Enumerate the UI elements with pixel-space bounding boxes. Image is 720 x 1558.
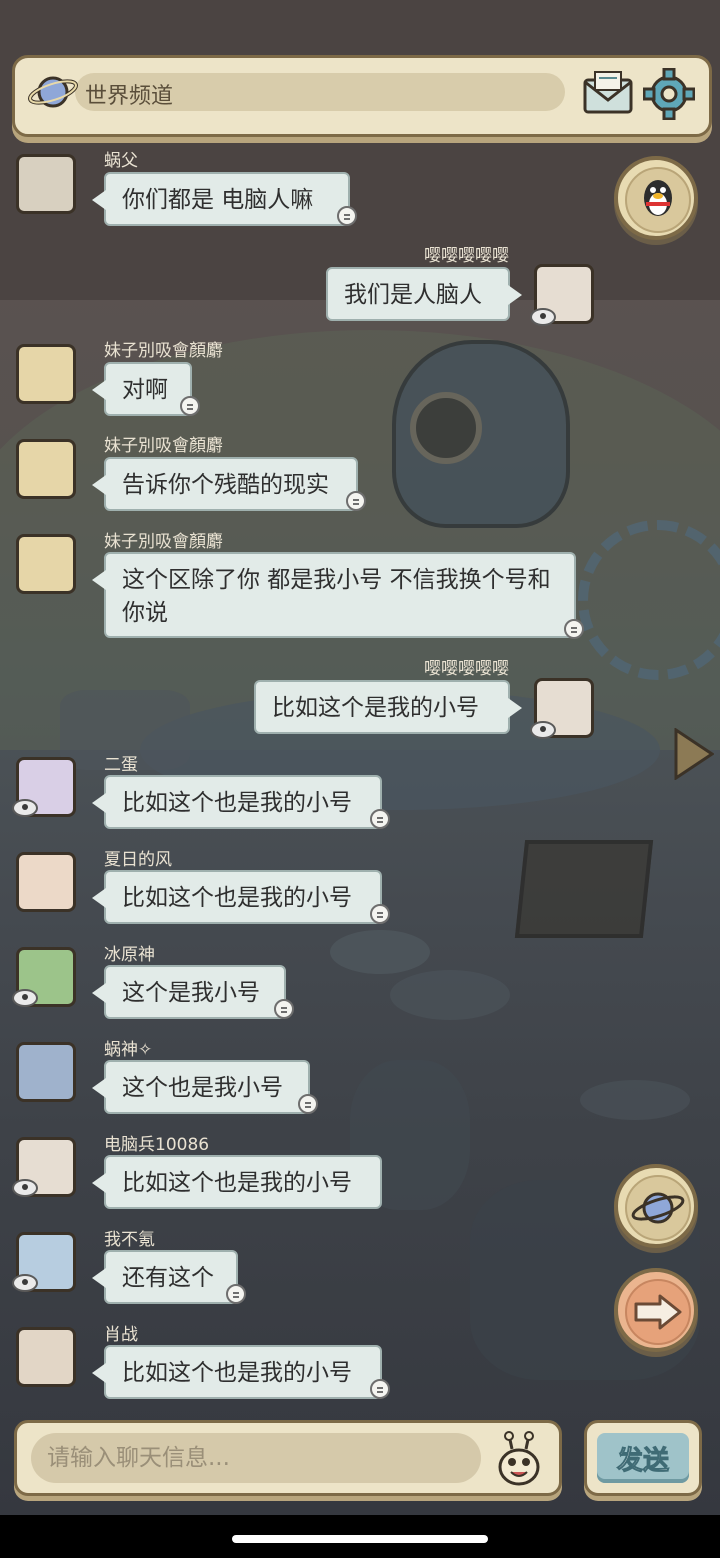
- home-indicator[interactable]: [232, 1535, 488, 1543]
- avatar[interactable]: [16, 1327, 76, 1387]
- chat-input[interactable]: [31, 1433, 481, 1483]
- chat-bubble: 对啊: [92, 362, 192, 416]
- arrow-right-icon: [634, 1294, 682, 1330]
- chat-bubble: 这个区除了你 都是我小号 不信我换个号和你说: [92, 552, 576, 638]
- avatar[interactable]: [16, 439, 76, 499]
- avatar[interactable]: [16, 1042, 76, 1102]
- message-sender: 我不氪: [104, 1230, 155, 1250]
- chat-icon: [180, 396, 200, 416]
- chat-icon: [564, 619, 584, 639]
- chat-bubble: 告诉你个残酷的现实: [92, 457, 358, 511]
- message-sender: 妹子別吸會顏麝: [104, 341, 223, 361]
- chat-icon: [226, 1284, 246, 1304]
- chat-bubble: 我们是人脑人: [326, 267, 522, 321]
- planet-button[interactable]: [614, 1164, 698, 1248]
- chat-bubble: 比如这个也是我的小号: [92, 870, 382, 924]
- eye-icon: [12, 1179, 38, 1197]
- eye-icon: [530, 308, 556, 326]
- message-sender: 蜗神✧: [104, 1040, 153, 1060]
- chat-input-panel: [14, 1420, 562, 1496]
- planet-icon: [28, 76, 78, 108]
- avatar[interactable]: [16, 154, 76, 214]
- chat-icon: [298, 1094, 318, 1114]
- chat-bubble: 比如这个是我的小号: [254, 680, 522, 734]
- message-sender: 嘤嘤嘤嘤嘤: [424, 659, 509, 679]
- emoji-snail-icon[interactable]: [495, 1431, 543, 1487]
- chat-bubble: 还有这个: [92, 1250, 238, 1304]
- message-sender: 冰原神: [104, 945, 155, 965]
- chat-icon: [274, 999, 294, 1019]
- eye-icon: [530, 721, 556, 739]
- chat-bubble: 比如这个也是我的小号: [92, 1155, 382, 1209]
- message-sender: 肖战: [104, 1325, 138, 1345]
- chat-icon: [370, 1379, 390, 1399]
- send-button[interactable]: 发送: [597, 1433, 689, 1483]
- chat-icon: [370, 809, 390, 829]
- gear-icon[interactable]: [643, 68, 695, 120]
- qq-button[interactable]: [614, 156, 698, 240]
- play-arrow-icon[interactable]: [672, 728, 714, 780]
- avatar[interactable]: [16, 534, 76, 594]
- message-sender: 二蛋: [104, 755, 138, 775]
- world-channel-header: 世界频道: [12, 55, 712, 137]
- qq-penguin-icon: [644, 180, 672, 216]
- mine-cart-icon: [514, 840, 654, 938]
- eye-icon: [12, 799, 38, 817]
- chat-icon: [346, 491, 366, 511]
- eye-icon: [12, 1274, 38, 1292]
- chat-bubble: 你们都是 电脑人嘛: [92, 172, 350, 226]
- message-sender: 嘤嘤嘤嘤嘤: [424, 246, 509, 266]
- message-sender: 夏日的风: [104, 850, 172, 870]
- eye-icon: [12, 989, 38, 1007]
- planet-icon: [631, 1192, 685, 1224]
- send-panel: 发送: [584, 1420, 702, 1496]
- next-button[interactable]: [614, 1268, 698, 1352]
- chat-bubble: 这个也是我小号: [92, 1060, 310, 1114]
- chat-bubble: 这个是我小号: [92, 965, 286, 1019]
- message-sender: 妹子別吸會顏麝: [104, 532, 223, 552]
- avatar[interactable]: [16, 344, 76, 404]
- chat-bubble: 比如这个也是我的小号: [92, 775, 382, 829]
- message-sender: 蜗父: [104, 151, 138, 171]
- message-sender: 妹子別吸會顏麝: [104, 436, 223, 456]
- chat-bubble: 比如这个也是我的小号: [92, 1345, 382, 1399]
- chat-icon: [337, 206, 357, 226]
- avatar[interactable]: [16, 852, 76, 912]
- mail-icon[interactable]: [581, 68, 635, 118]
- channel-title: 世界频道: [85, 84, 174, 109]
- message-sender: 电脑兵10086: [104, 1135, 210, 1155]
- chat-icon: [370, 904, 390, 924]
